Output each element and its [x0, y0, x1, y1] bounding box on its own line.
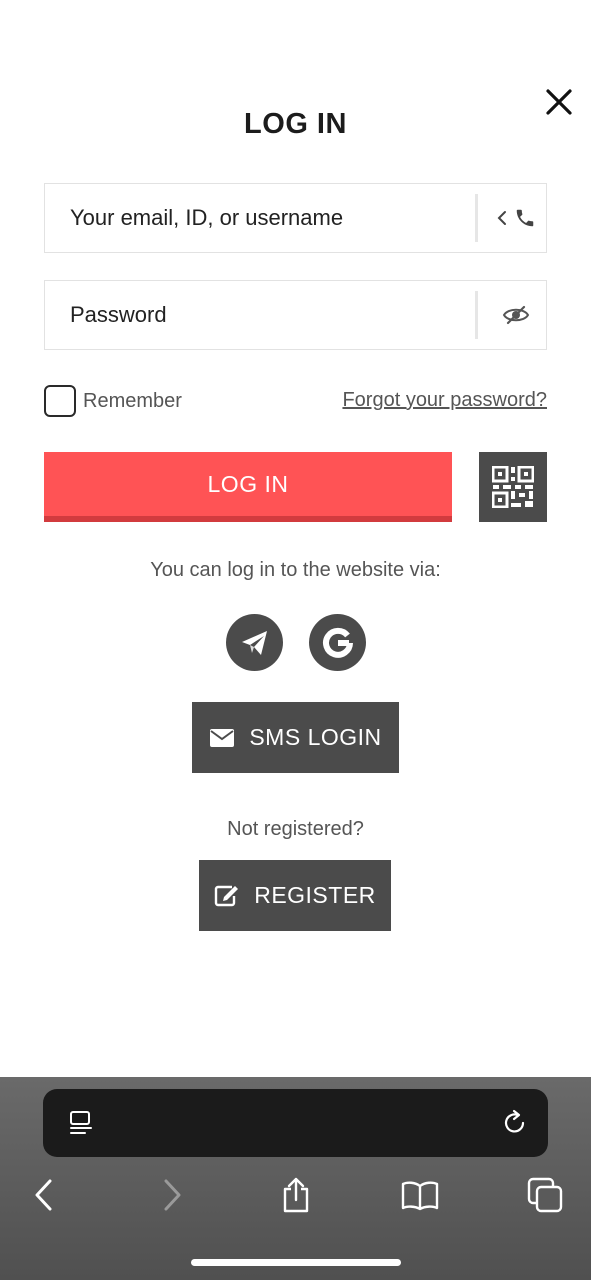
bookmarks-button[interactable] — [400, 1173, 440, 1217]
password-field — [44, 280, 547, 350]
reader-icon[interactable] — [67, 1109, 95, 1137]
show-password-button[interactable] — [485, 281, 547, 349]
bookmarks-icon — [401, 1181, 439, 1211]
login-button[interactable]: LOG IN — [44, 452, 452, 522]
email-field — [44, 183, 547, 253]
eye-slash-icon — [502, 305, 530, 325]
home-indicator — [191, 1259, 401, 1266]
google-icon — [322, 627, 353, 658]
email-input[interactable] — [45, 184, 475, 252]
reload-icon[interactable] — [500, 1108, 530, 1138]
chevron-left-icon — [497, 211, 506, 225]
register-label: REGISTER — [254, 882, 376, 908]
register-button[interactable]: REGISTER — [199, 860, 391, 931]
address-bar[interactable] — [43, 1089, 548, 1157]
sms-login-label: SMS LOGIN — [249, 724, 382, 750]
forward-icon — [164, 1179, 181, 1211]
remember-label: Remember — [83, 389, 182, 412]
share-button[interactable] — [276, 1173, 316, 1217]
back-button[interactable] — [24, 1173, 64, 1217]
share-icon — [283, 1177, 309, 1213]
login-via-text: You can log in to the website via: — [150, 559, 441, 581]
forgot-password-link[interactable]: Forgot your password? — [342, 389, 547, 412]
back-icon — [35, 1179, 52, 1211]
not-registered-text: Not registered? — [227, 818, 364, 840]
telegram-icon — [241, 630, 267, 655]
field-divider — [475, 194, 478, 242]
qr-login-button[interactable] — [479, 452, 547, 522]
qr-code-icon — [492, 466, 534, 508]
forward-button[interactable] — [152, 1173, 192, 1217]
google-login-button[interactable] — [309, 614, 366, 671]
password-input[interactable] — [45, 281, 475, 349]
tabs-button[interactable] — [525, 1173, 565, 1217]
page-title: LOG IN — [244, 108, 347, 140]
field-divider — [475, 291, 478, 339]
edit-icon — [214, 884, 240, 908]
checkbox-box[interactable] — [44, 385, 76, 417]
tabs-icon — [527, 1177, 563, 1213]
sms-login-button[interactable]: SMS LOGIN — [192, 702, 399, 773]
browser-toolbar — [0, 1077, 591, 1280]
phone-icon — [516, 209, 534, 227]
remember-checkbox[interactable]: Remember — [44, 385, 182, 417]
phone-toggle-button[interactable] — [485, 184, 547, 252]
telegram-login-button[interactable] — [226, 614, 283, 671]
envelope-icon — [209, 728, 235, 748]
